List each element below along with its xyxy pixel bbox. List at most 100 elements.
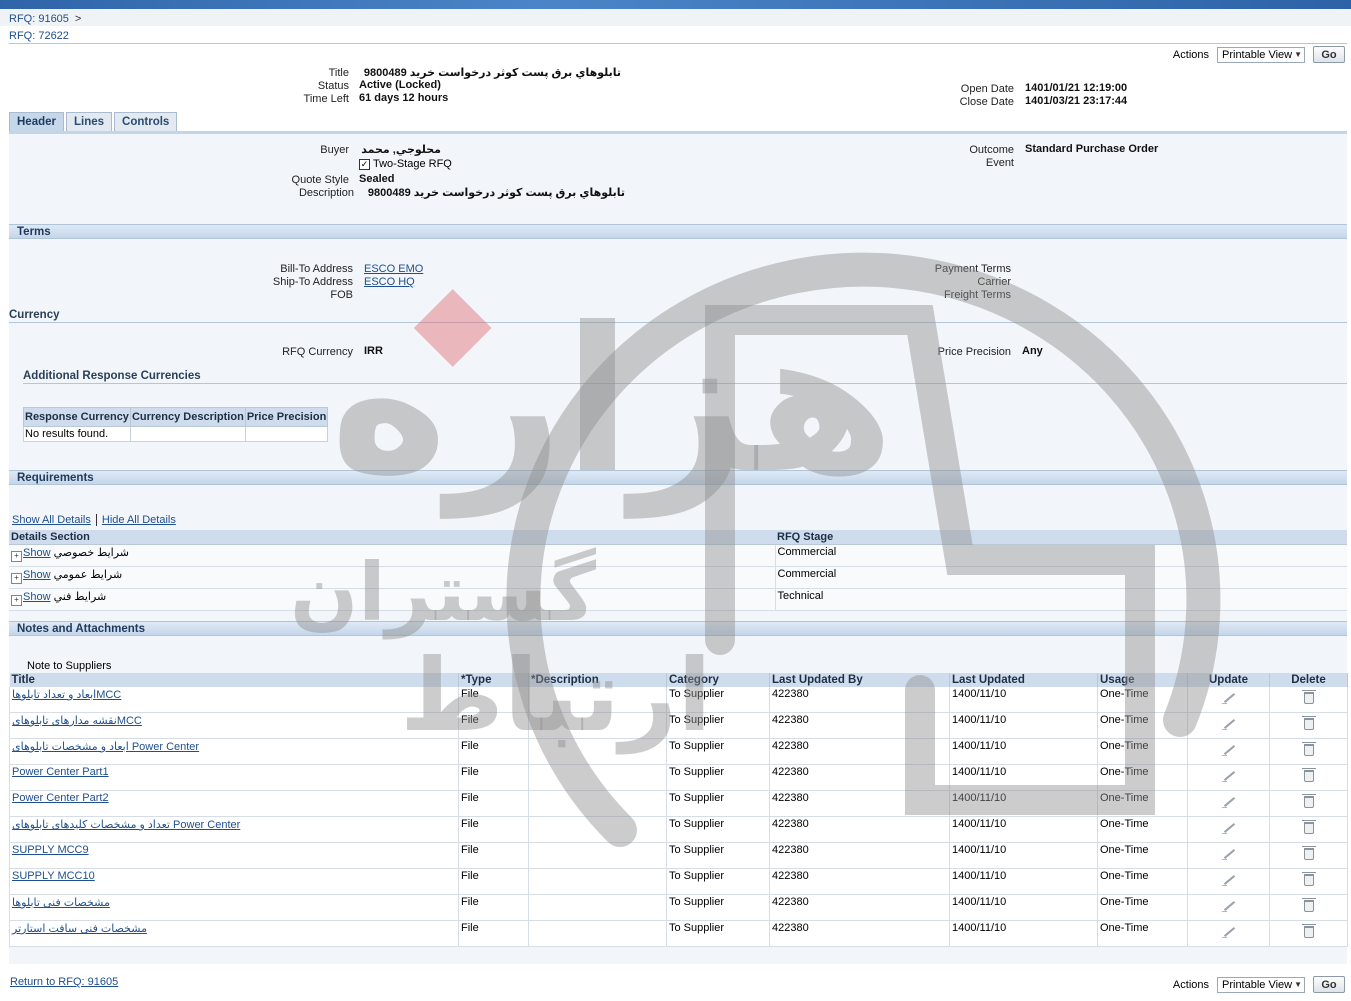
status-value: Active (Locked) — [359, 79, 441, 91]
fob-label: FOB — [330, 289, 353, 301]
actions-label: Actions — [1172, 48, 1209, 61]
attachment-title-link[interactable]: مشخصات فنی سافت استارتر — [12, 923, 147, 935]
outcome-value: Standard Purchase Order — [1025, 143, 1159, 155]
actions-bar-bottom: Actions Printable View ▼ Go — [1173, 976, 1345, 993]
attachment-title-link[interactable]: Power Center Part1 — [12, 766, 109, 778]
delete-cell — [1269, 842, 1348, 869]
pencil-icon[interactable] — [1221, 899, 1237, 913]
category-cell: To Supplier — [666, 842, 770, 869]
tab-controls[interactable]: Controls — [114, 112, 178, 131]
pencil-icon[interactable] — [1221, 925, 1237, 939]
trash-icon[interactable] — [1301, 716, 1316, 730]
actions-select[interactable]: Printable View ▼ — [1217, 46, 1305, 63]
delete-cell — [1269, 764, 1348, 791]
expand-icon[interactable]: + — [11, 595, 22, 606]
pencil-icon[interactable] — [1221, 769, 1237, 783]
go-button[interactable]: Go — [1313, 46, 1345, 63]
hide-all-details-link[interactable]: Hide All Details — [102, 514, 176, 526]
pencil-icon[interactable] — [1221, 847, 1237, 861]
carrier-label: Carrier — [977, 276, 1011, 288]
column-header: Last Updated — [949, 673, 1098, 687]
pencil-icon[interactable] — [1221, 795, 1237, 809]
title-cell: Power Center Part1 — [9, 764, 459, 791]
title-cell: Power Center Part2 — [9, 790, 459, 817]
updated-by-cell: 422380 — [769, 816, 950, 843]
usage-cell: One-Time — [1097, 790, 1188, 817]
usage-cell: One-Time — [1097, 687, 1188, 713]
updated-by-cell: 422380 — [769, 764, 950, 791]
show-link[interactable]: Show — [23, 547, 51, 559]
bill-to-link[interactable]: ESCO EMO — [364, 263, 423, 275]
trash-icon[interactable] — [1301, 794, 1316, 808]
attachment-title-link[interactable]: نقشه مدارهای تابلوهایMCC — [12, 715, 142, 727]
attachment-title-link[interactable]: تعداد و مشخصات کلیدهای تابلوهای Power Ce… — [12, 819, 240, 831]
stage-cell: Commercial — [774, 566, 1347, 589]
rfq-currency-label: RFQ Currency — [282, 346, 353, 358]
attachment-title-link[interactable]: SUPPLY MCC9 — [12, 844, 89, 856]
show-link[interactable]: Show — [23, 591, 51, 603]
expand-icon[interactable]: + — [11, 551, 22, 562]
tab-header[interactable]: Header — [9, 112, 64, 131]
table-row: SUPPLY MCC9 File To Supplier 422380 1400/11/… — [9, 842, 1348, 869]
attachment-title-link[interactable]: ابعاد و مشخصات تابلوهای Power Center — [12, 741, 199, 753]
trash-icon[interactable] — [1301, 872, 1316, 886]
go-button[interactable]: Go — [1313, 976, 1345, 993]
breadcrumb-parent-link[interactable]: RFQ: 91605 — [9, 13, 69, 25]
type-cell: File — [458, 894, 529, 921]
updated-by-cell: 422380 — [769, 920, 950, 947]
trash-icon[interactable] — [1301, 690, 1316, 704]
actions-select[interactable]: Printable View ▼ — [1217, 976, 1305, 993]
trash-icon[interactable] — [1301, 768, 1316, 782]
usage-cell: One-Time — [1097, 894, 1188, 921]
tab-lines[interactable]: Lines — [66, 112, 113, 131]
buyer-label: Buyer — [320, 144, 349, 156]
divider — [9, 322, 1347, 323]
pencil-icon[interactable] — [1221, 821, 1237, 835]
show-link[interactable]: Show — [23, 569, 51, 581]
description-cell — [528, 894, 667, 921]
column-header: Currency Description — [129, 407, 246, 427]
pencil-icon[interactable] — [1221, 691, 1237, 705]
type-cell: File — [458, 764, 529, 791]
section-name: شرايط خصوصي — [53, 547, 130, 559]
pencil-icon[interactable] — [1221, 717, 1237, 731]
trash-icon[interactable] — [1301, 898, 1316, 912]
update-cell — [1187, 790, 1270, 817]
trash-icon[interactable] — [1301, 820, 1316, 834]
type-cell: File — [458, 868, 529, 895]
rfq-currency-value: IRR — [364, 345, 383, 357]
time-left-label: Time Left — [303, 93, 349, 105]
notes-section-header: Notes and Attachments — [9, 621, 1347, 636]
column-header: Response Currency — [23, 407, 131, 427]
trash-icon[interactable] — [1301, 742, 1316, 756]
table-row: + Show شرايط فني Technical — [9, 588, 1347, 611]
delete-cell — [1269, 816, 1348, 843]
pencil-icon[interactable] — [1221, 873, 1237, 887]
return-link[interactable]: Return to RFQ: 91605 — [10, 976, 118, 988]
trash-icon[interactable] — [1301, 924, 1316, 938]
last-updated-cell: 1400/11/10 — [949, 712, 1098, 739]
usage-cell: One-Time — [1097, 712, 1188, 739]
outcome-label: Outcome — [969, 144, 1014, 156]
description-value: تابلوهاي برق پست كوثر درخواست خريد 98004… — [367, 187, 625, 199]
updated-by-cell: 422380 — [769, 790, 950, 817]
time-left-value: 61 days 12 hours — [359, 92, 449, 104]
close-date-value: 1401/03/21 23:17:44 — [1025, 95, 1128, 107]
attachment-title-link[interactable]: SUPPLY MCC10 — [12, 870, 95, 882]
attachment-title-link[interactable]: ابعاد و تعداد تابلوهاMCC — [12, 689, 121, 701]
expand-icon[interactable]: + — [11, 573, 22, 584]
last-updated-cell: 1400/11/10 — [949, 764, 1098, 791]
show-all-details-link[interactable]: Show All Details — [12, 514, 91, 526]
usage-cell: One-Time — [1097, 738, 1188, 765]
attachment-title-link[interactable]: Power Center Part2 — [12, 792, 109, 804]
update-cell — [1187, 842, 1270, 869]
pencil-icon[interactable] — [1221, 743, 1237, 757]
usage-cell: One-Time — [1097, 920, 1188, 947]
column-header: Delete — [1269, 673, 1348, 687]
details-toggle-links: Show All Details Hide All Details — [12, 514, 176, 526]
ship-to-link[interactable]: ESCO HQ — [364, 276, 415, 288]
attachment-title-link[interactable]: مشخصات فنی تابلوها — [12, 897, 110, 909]
breadcrumb-current[interactable]: RFQ: 72622 — [9, 30, 69, 42]
trash-icon[interactable] — [1301, 846, 1316, 860]
quote-style-value: Sealed — [359, 173, 395, 185]
